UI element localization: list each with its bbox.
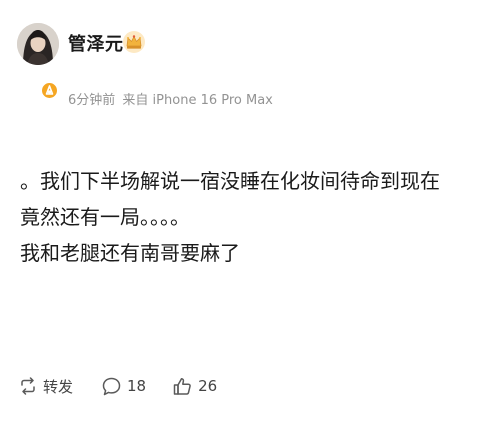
crown-membership-icon[interactable] xyxy=(122,30,146,54)
verified-badge-icon xyxy=(40,81,59,100)
like-button[interactable]: 26 xyxy=(172,376,217,397)
post-text-line-2: 竟然还有一局。。。。 xyxy=(20,205,190,229)
like-count: 26 xyxy=(198,377,218,395)
post-content: 。我们下半场解说一宿没睡在化妆间待命到现在 竟然还有一局。。。。 我和老腿还有南… xyxy=(20,163,490,271)
post-meta: 6分钟前 来自 iPhone 16 Pro Max xyxy=(68,89,276,108)
repost-icon xyxy=(21,377,35,395)
comment-icon xyxy=(102,377,121,395)
avatar[interactable] xyxy=(17,23,59,65)
weibo-post: 管泽元 6分钟前 来自 iPhone 16 Pro Max 。我们下半场解说一宿… xyxy=(0,0,500,440)
action-bar: 转发 18 26 xyxy=(18,370,217,402)
repost-label: 转发 xyxy=(43,377,74,396)
comment-count: 18 xyxy=(127,377,147,395)
post-time: 6分钟前 xyxy=(68,93,116,108)
post-text-line-1: 。我们下半场解说一宿没睡在化妆间待命到现在 xyxy=(20,169,440,193)
post-source: 来自 iPhone 16 Pro Max xyxy=(122,93,273,108)
post-text-line-3: 我和老腿还有南哥要麻了 xyxy=(20,241,240,265)
repost-button[interactable]: 转发 xyxy=(18,376,73,397)
thumbs-up-icon xyxy=(173,377,191,395)
author-name[interactable]: 管泽元 xyxy=(68,30,124,56)
comment-button[interactable]: 18 xyxy=(101,376,146,397)
